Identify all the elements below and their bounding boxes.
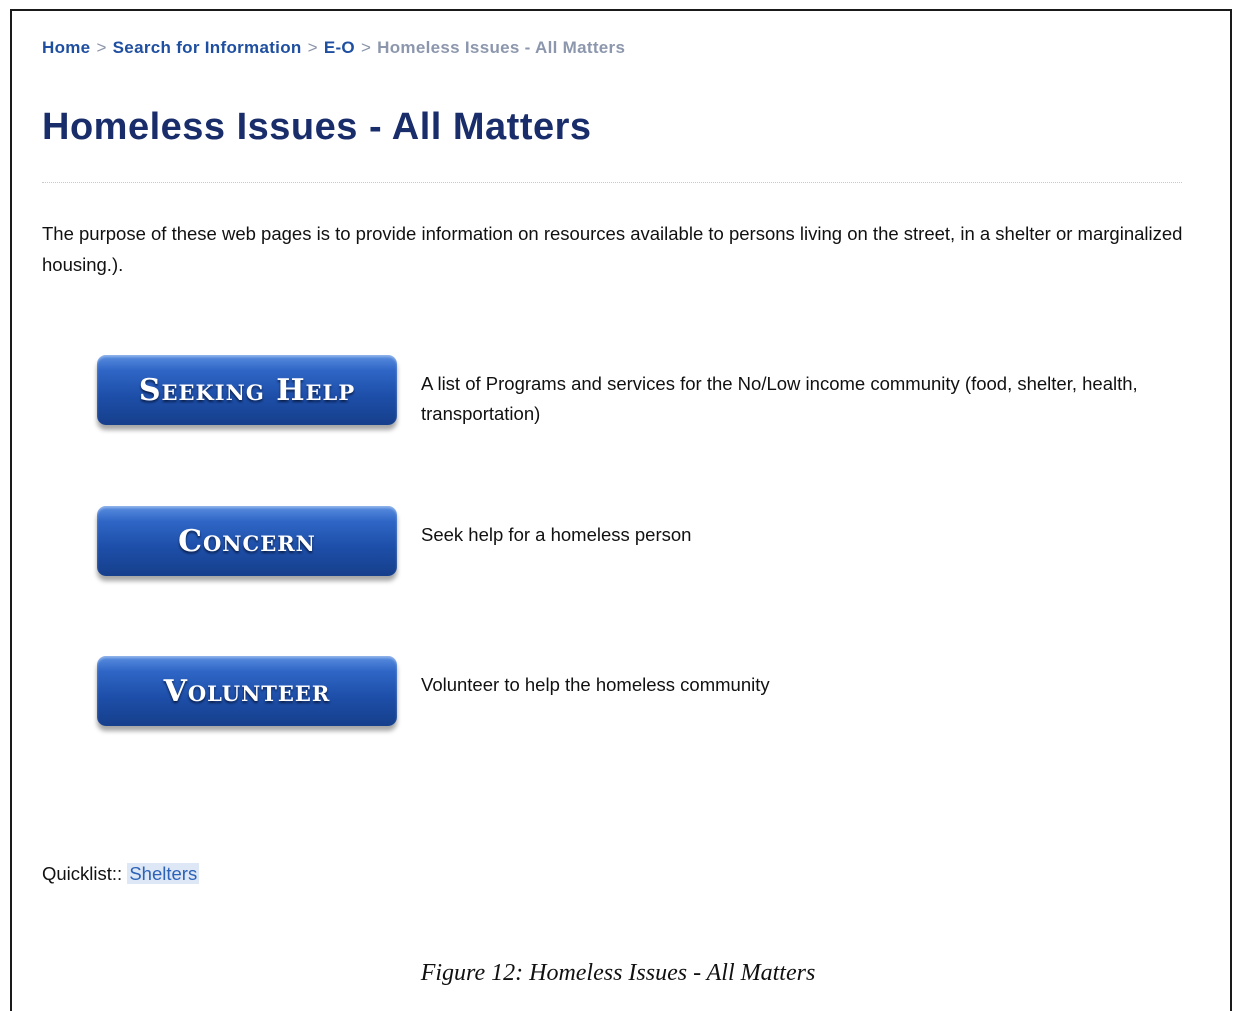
page-title: Homeless Issues - All Matters xyxy=(42,106,592,148)
breadcrumb-separator: > xyxy=(360,38,372,57)
action-row-volunteer: Volunteer Volunteer to help the homeless… xyxy=(97,656,1157,736)
breadcrumb-search-link[interactable]: Search for Information xyxy=(113,38,302,57)
breadcrumb-current: Homeless Issues - All Matters xyxy=(377,38,626,57)
concern-description: Seek help for a homeless person xyxy=(421,524,692,545)
figure-caption: Figure 12: Homeless Issues - All Matters xyxy=(420,960,816,986)
breadcrumb-home-link[interactable]: Home xyxy=(42,38,90,57)
seeking-help-button[interactable]: Seeking Help xyxy=(97,355,397,425)
action-row-seeking-help: Seeking Help A list of Programs and serv… xyxy=(97,355,1157,435)
intro-text: The purpose of these web pages is to pro… xyxy=(42,223,1183,275)
volunteer-button[interactable]: Volunteer xyxy=(97,656,397,726)
breadcrumb-e-o-link[interactable]: E-O xyxy=(324,38,355,57)
shelters-link[interactable]: Shelters xyxy=(127,863,200,884)
concern-button[interactable]: Concern xyxy=(97,506,397,576)
quicklist: Quicklist:: Shelters xyxy=(42,863,200,885)
breadcrumb-separator: > xyxy=(307,38,318,57)
volunteer-description: Volunteer to help the homeless community xyxy=(421,674,770,695)
action-row-concern: Concern Seek help for a homeless person xyxy=(97,506,1157,586)
seeking-help-description: A list of Programs and services for the … xyxy=(421,373,1138,424)
breadcrumb: Home > Search for Information > E-O > Homeless… xyxy=(42,38,625,58)
breadcrumb-separator: > xyxy=(96,38,107,57)
quicklist-label: Quicklist:: xyxy=(42,863,123,884)
title-divider xyxy=(42,182,1182,183)
